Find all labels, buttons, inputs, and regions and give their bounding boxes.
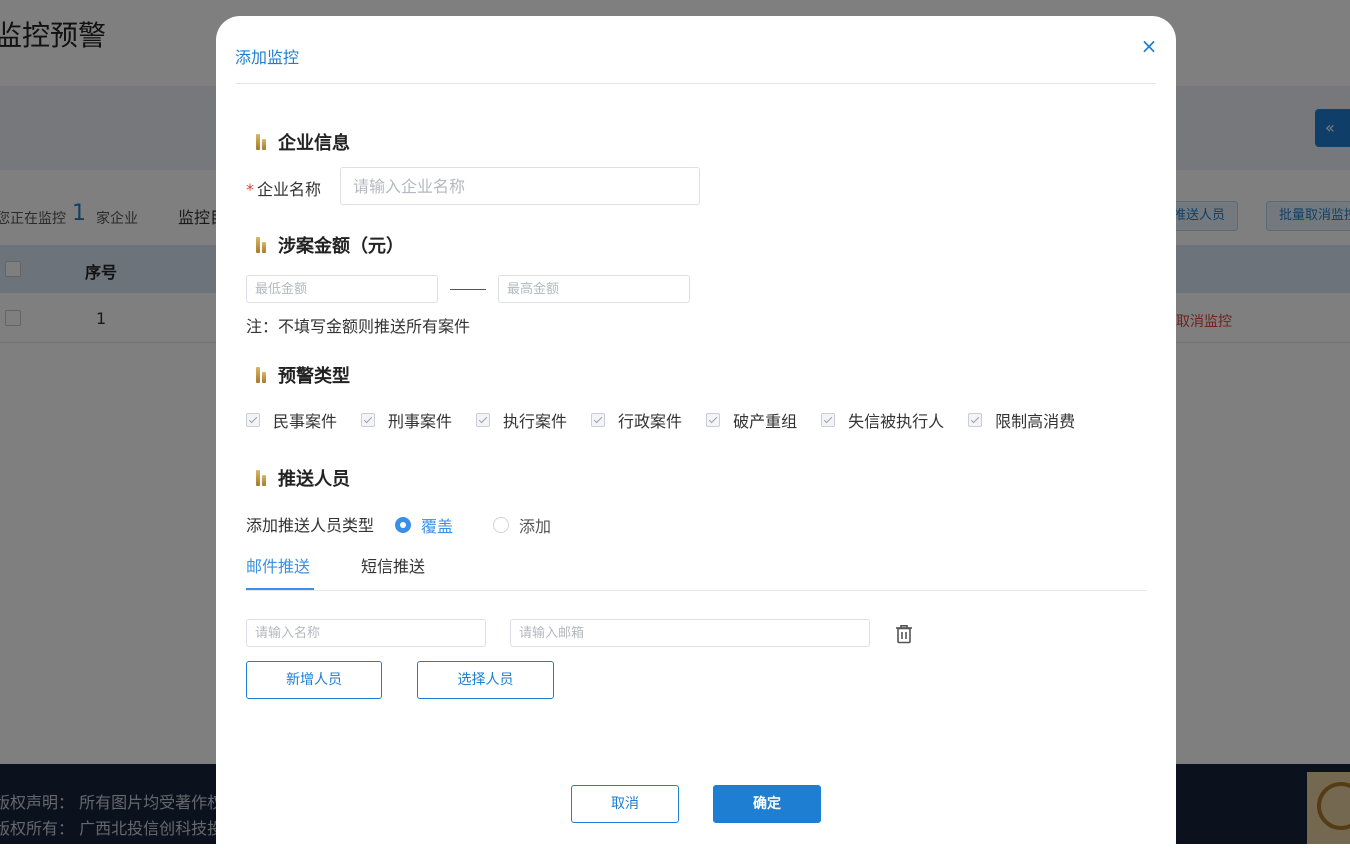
add-monitor-dialog: 添加监控 × 企业信息 *企业名称 涉案金额（元） 注：不填写金额则推送所有案件…	[216, 16, 1176, 866]
dialog-title: 添加监控	[235, 48, 300, 67]
trash-icon[interactable]	[895, 624, 913, 644]
alert-type-dishonest-checkbox[interactable]: 失信被执行人	[821, 408, 944, 432]
push-type-label: 添加推送人员类型	[246, 516, 375, 535]
cancel-button[interactable]: 取消	[571, 785, 679, 823]
section-alert-type-title: 预警类型	[278, 366, 350, 387]
push-method-tabs: 邮件推送 短信推送	[246, 556, 1146, 591]
section-push-title: 推送人员	[278, 469, 350, 490]
radio-unselected-icon	[493, 517, 510, 533]
company-name-label: * 企业名称	[246, 176, 321, 200]
select-person-button[interactable]: 选择人员	[417, 661, 554, 699]
section-amount-title: 涉案金额（元）	[278, 236, 404, 257]
max-amount-input[interactable]	[498, 275, 690, 303]
required-mark: *	[246, 180, 254, 199]
company-name-input[interactable]	[340, 167, 700, 205]
person-email-input[interactable]	[510, 619, 870, 647]
push-type-add-radio[interactable]: 添加	[493, 513, 551, 537]
person-name-input[interactable]	[246, 619, 486, 647]
alert-type-criminal-checkbox[interactable]: 刑事案件	[361, 408, 452, 432]
min-amount-input[interactable]	[246, 275, 438, 303]
checkbox-checked-icon	[821, 413, 836, 427]
section-company-info: 企业信息	[256, 129, 350, 155]
section-bar-icon	[256, 367, 266, 383]
section-alert-type: 预警类型	[256, 362, 350, 388]
dialog-divider	[235, 83, 1156, 84]
range-separator	[450, 289, 486, 290]
alert-type-civil-checkbox[interactable]: 民事案件	[246, 408, 337, 432]
section-push-person: 推送人员	[256, 465, 350, 491]
checkbox-checked-icon	[246, 413, 260, 427]
add-person-button[interactable]: 新增人员	[246, 661, 382, 699]
alert-type-checkbox-group: 民事案件 刑事案件 执行案件 行政案件 破产重组 失信被执行人 限制高消费	[246, 408, 1099, 432]
alert-type-administrative-checkbox[interactable]: 行政案件	[591, 408, 682, 432]
section-amount: 涉案金额（元）	[256, 232, 404, 258]
alert-type-execution-checkbox[interactable]: 执行案件	[476, 408, 567, 432]
checkbox-checked-icon	[361, 413, 376, 427]
alert-type-bankruptcy-checkbox[interactable]: 破产重组	[706, 408, 797, 432]
section-bar-icon	[256, 470, 266, 486]
confirm-button[interactable]: 确定	[713, 785, 821, 823]
section-bar-icon	[256, 237, 266, 253]
company-name-label-text: 企业名称	[257, 180, 322, 199]
checkbox-checked-icon	[968, 413, 983, 427]
radio-selected-icon	[395, 517, 411, 533]
checkbox-checked-icon	[591, 413, 606, 427]
section-bar-icon	[256, 134, 266, 150]
amount-note: 注：不填写金额则推送所有案件	[246, 317, 471, 336]
alert-type-consumption-limit-checkbox[interactable]: 限制高消费	[968, 408, 1075, 432]
push-type-radio-group: 覆盖 添加	[395, 513, 591, 537]
checkbox-checked-icon	[476, 413, 491, 427]
tab-email-push[interactable]: 邮件推送	[246, 556, 314, 590]
close-icon[interactable]: ×	[1139, 36, 1159, 56]
section-company-title: 企业信息	[278, 133, 350, 154]
push-type-cover-radio[interactable]: 覆盖	[395, 513, 453, 537]
tab-sms-push[interactable]: 短信推送	[361, 556, 425, 590]
checkbox-checked-icon	[706, 413, 721, 427]
